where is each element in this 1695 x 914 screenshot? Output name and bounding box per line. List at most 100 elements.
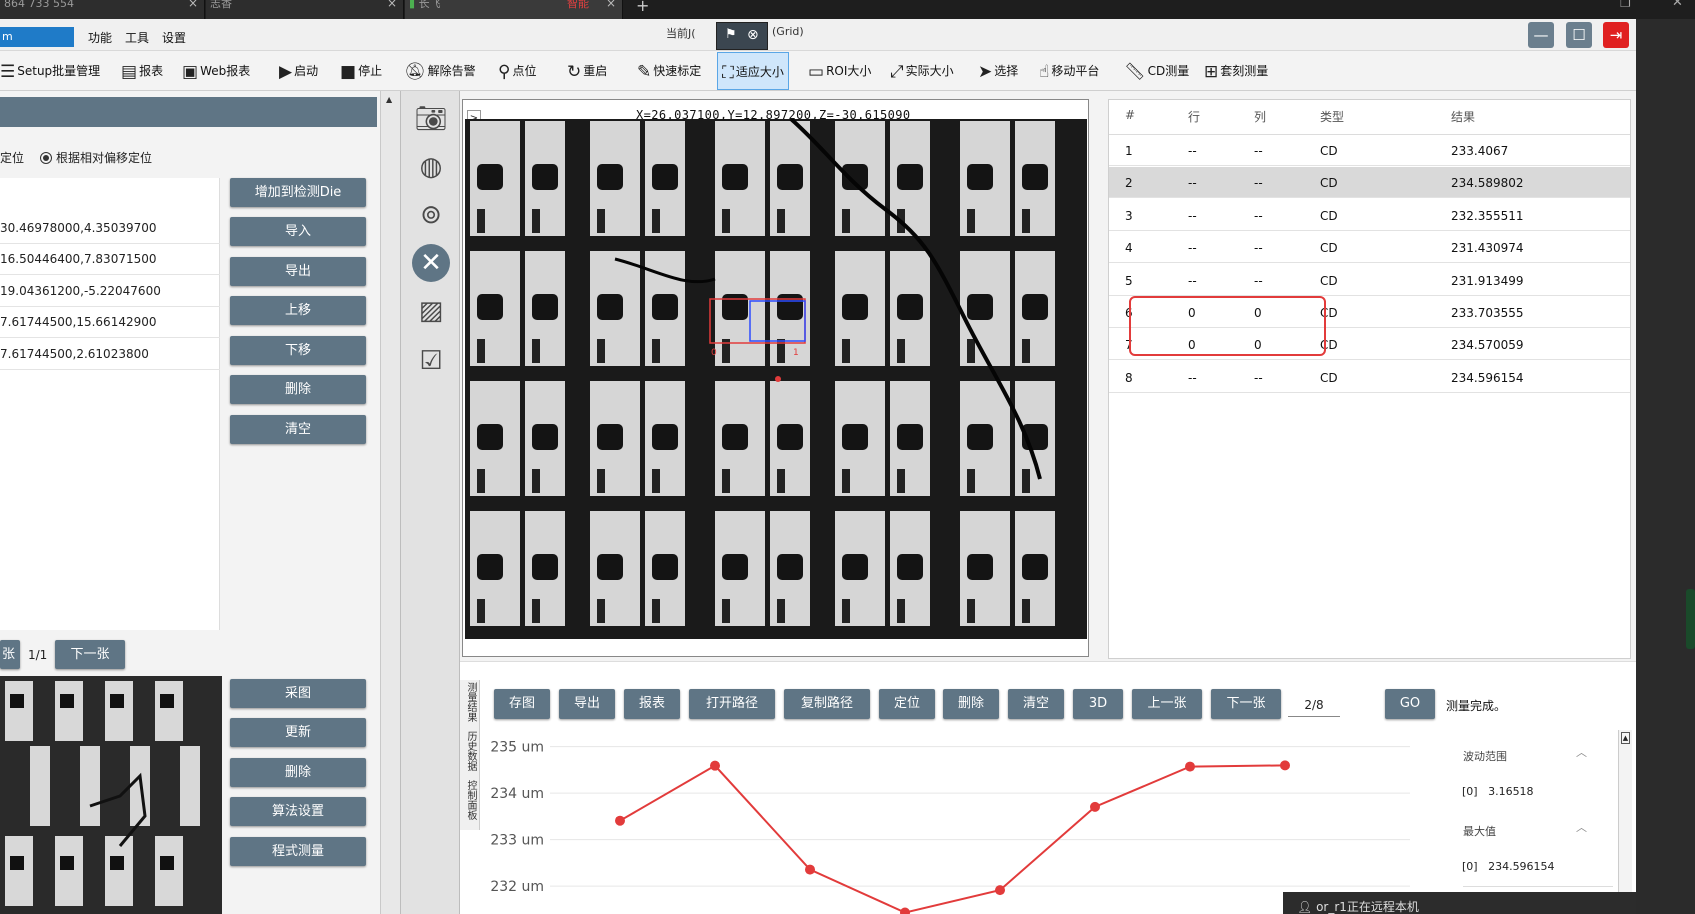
algorithm-settings-button[interactable]: 算法设置 [230,797,366,826]
view-3d-button[interactable]: 3D [1073,689,1123,719]
toolbar-report[interactable]: ▤ 报表 [121,52,163,90]
table-row[interactable]: 2 -- -- CD 234.589802 [1109,167,1630,199]
browser-tab[interactable]: 864 733 554 × [0,0,205,19]
export-result-button[interactable]: 导出 [559,689,615,719]
wafer-image[interactable]: 0 1 [465,119,1087,639]
menu-tools[interactable]: 工具 [125,29,149,46]
clear-button[interactable]: 清空 [230,415,366,444]
page-input[interactable]: 2/8 [1288,695,1340,717]
toolbar-start[interactable]: ▶ 启动 [279,52,318,90]
radio-relative-offset[interactable]: 根据相对偏移定位 [40,149,152,166]
clear-result-button[interactable]: 清空 [1008,689,1064,719]
new-tab-button[interactable]: + [636,0,649,15]
toolbar-actual-size[interactable]: ⤢ 实际大小 [890,52,954,90]
close-icon[interactable]: × [387,0,397,9]
export-button[interactable]: 导出 [230,257,366,286]
move-down-button[interactable]: 下移 [230,336,366,365]
prev-result-button[interactable]: 上一张 [1132,689,1202,719]
toolbar-select[interactable]: ➤ 选择 [978,52,1018,90]
delete-image-button[interactable]: 删除 [230,758,366,787]
data-point[interactable] [1280,760,1290,771]
checklist-icon[interactable]: ☑ [412,342,450,380]
list-item[interactable]: 7.61744500,2.61023800 [0,339,220,370]
locate-button[interactable]: 定位 [879,689,935,719]
data-point[interactable] [995,885,1005,896]
go-button[interactable]: GO [1385,689,1435,719]
grid-sphere-icon[interactable]: ◍ [412,148,450,186]
toolbar-clear-alarm[interactable]: 🔕︎ 解除告警 [404,52,476,90]
next-image-button[interactable]: 下一张 [55,640,125,669]
toolbar-cd-measure[interactable]: 📏︎ CD测量 [1124,52,1189,90]
list-item[interactable]: 19.04361200,-5.22047600 [0,276,220,307]
next-result-button[interactable]: 下一张 [1211,689,1281,719]
toolbar-fit-size[interactable]: ⛶ 适应大小 [717,52,789,90]
toolbar-points[interactable]: ⚲ 点位 [498,52,536,90]
add-to-detect-die-button[interactable]: 增加到检测Die [230,178,366,207]
exit-button[interactable]: ⇥ [1603,22,1629,48]
tab-control-panel[interactable]: 控制面板 [462,780,478,820]
camera-icon[interactable]: 📷︎ [412,100,450,138]
prev-image-button[interactable]: 张 [0,640,20,669]
stats-scrollbar[interactable]: ▲ [1618,730,1632,914]
copy-path-button[interactable]: 复制路径 [784,689,870,719]
import-button[interactable]: 导入 [230,217,366,246]
data-point[interactable] [805,864,815,875]
close-icon[interactable]: × [188,0,198,9]
browser-tab[interactable]: 志香 × [206,0,404,19]
column-header-row[interactable]: 行 [1188,108,1200,125]
data-point[interactable] [615,815,625,826]
chevron-up-icon[interactable]: ︿ [1576,819,1587,835]
menu-settings[interactable]: 设置 [162,29,186,46]
toolbar-setup-batch[interactable]: ☰ Setup批量管理 [0,52,100,90]
scroll-up-icon[interactable]: ▲ [386,95,392,104]
save-image-button[interactable]: 存图 [494,689,550,719]
pin-icon[interactable]: ⚑ [725,27,737,42]
toolbar-overlay-measure[interactable]: ⊞ 套刻测量 [1204,52,1268,90]
delete-result-button[interactable]: 删除 [943,689,999,719]
toolbar-quick-calibrate[interactable]: ✎ 快速标定 [637,52,701,90]
toolbar-web-report[interactable]: ▣ Web报表 [182,52,250,90]
column-header-type[interactable]: 类型 [1320,108,1344,125]
left-panel-scrollbar[interactable]: ▲ [380,91,400,914]
report-button[interactable]: 报表 [624,689,680,719]
table-row[interactable]: 3 -- -- CD 232.355511 [1109,200,1630,231]
restore-icon[interactable]: ❐ [1620,0,1631,10]
data-point[interactable] [1090,801,1100,812]
table-row[interactable]: 1 -- -- CD 233.4067 [1109,135,1630,166]
list-item[interactable]: 16.50446400,7.83071500 [0,244,220,275]
table-row[interactable]: 8 -- -- CD 234.596154 [1109,362,1630,393]
circle-grid-icon[interactable]: ⊚ [412,196,450,234]
list-item[interactable]: 7.61744500,15.66142900 [0,307,220,338]
toolbar-move-stage[interactable]: ☝ 移动平台 [1039,52,1099,90]
toolbar-stop[interactable]: ■ 停止 [340,52,382,90]
open-path-button[interactable]: 打开路径 [689,689,775,719]
move-up-button[interactable]: 上移 [230,296,366,325]
data-point[interactable] [1185,761,1195,772]
menu-function[interactable]: 功能 [88,29,112,46]
data-point[interactable] [710,760,720,771]
close-icon[interactable]: ✕ [1672,0,1683,10]
ruler-tool-icon[interactable]: ✕ [412,244,450,282]
table-row[interactable]: 5 -- -- CD 231.913499 [1109,265,1630,296]
column-header-result[interactable]: 结果 [1451,108,1475,125]
maximize-button[interactable]: ☐ [1566,22,1592,48]
side-handle[interactable] [1686,589,1695,649]
delete-button[interactable]: 删除 [230,375,366,404]
table-row[interactable]: 4 -- -- CD 231.430974 [1109,232,1630,264]
toolbar-roi-size[interactable]: ▭ ROI大小 [808,52,871,90]
toolbar-restart[interactable]: ↻ 重启 [567,52,607,90]
tab-history[interactable]: 历史数据 [462,731,478,771]
column-header-index[interactable]: # [1125,108,1135,122]
capture-button[interactable]: 采图 [230,679,366,708]
program-measure-button[interactable]: 程式测量 [230,837,366,866]
minimize-button[interactable]: — [1528,22,1554,48]
close-icon[interactable]: × [606,0,616,9]
scroll-up-icon[interactable]: ▲ [1621,732,1630,744]
update-button[interactable]: 更新 [230,718,366,747]
column-header-col[interactable]: 列 [1254,108,1266,125]
chevron-up-icon[interactable]: ︿ [1576,744,1587,760]
list-item[interactable]: 30.46978000,4.35039700 [0,213,220,244]
image-frame-icon[interactable]: ▨ [412,292,450,330]
data-point[interactable] [900,907,910,914]
browser-tab[interactable]: ▮ 长飞 智能 × [405,0,623,19]
